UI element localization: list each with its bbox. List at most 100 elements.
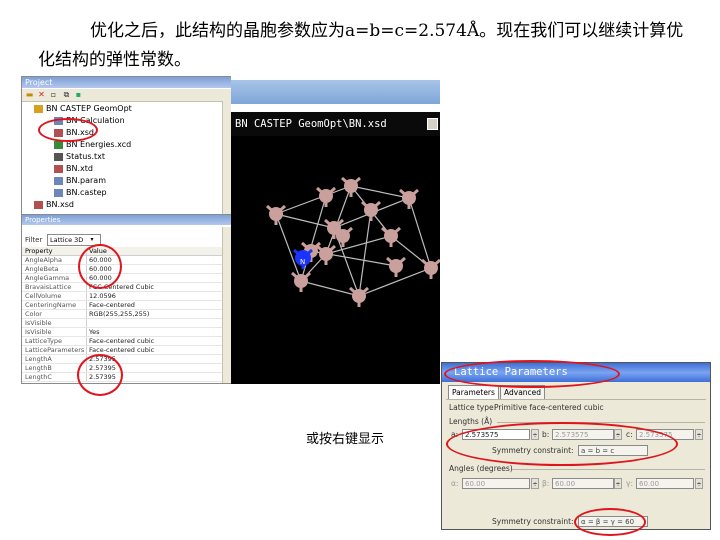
filter-label: Filter: [25, 236, 43, 244]
property-name: AngleAlpha: [25, 256, 62, 264]
alpha-field[interactable]: 60.00: [462, 478, 530, 489]
viewer-title: BN CASTEP GeomOpt\BN.xsd: [231, 112, 440, 136]
minimize-button[interactable]: [427, 118, 438, 130]
property-row[interactable]: LatticeType Face-centered cubic: [22, 337, 222, 346]
properties-panel: Properties Filter Lattice 3D ▾ Property …: [21, 214, 233, 384]
beta-field[interactable]: 60.00: [552, 478, 614, 489]
boron-atom[interactable]: [402, 191, 416, 205]
property-name: Color: [25, 310, 42, 318]
property-row[interactable]: BravaisLattice FCC Centered Cubic: [22, 283, 222, 292]
tree-item[interactable]: BN.castep: [54, 187, 107, 198]
property-row[interactable]: AngleGamma 60.000: [22, 274, 222, 283]
property-name: CenteringName: [25, 301, 77, 309]
property-row[interactable]: IsVisible Yes: [22, 328, 222, 337]
angles-label: Angles (degrees): [449, 464, 513, 473]
crystal-structure: N: [266, 176, 440, 307]
property-row[interactable]: AngleBeta 60.000: [22, 265, 222, 274]
close-icon[interactable]: ✕: [37, 90, 46, 99]
property-name: LatticeType: [25, 337, 63, 345]
boron-atom[interactable]: [424, 261, 438, 275]
file-icon: [54, 176, 63, 185]
tree-item[interactable]: Status.txt: [54, 151, 105, 162]
property-name: AngleBeta: [25, 265, 59, 273]
properties-title-bar: Properties: [22, 215, 232, 225]
angle-constraint-label: Symmetry constraint:: [492, 517, 574, 526]
project-toolbar: ▬ ✕ ▫ ⧉ ▪: [22, 89, 232, 102]
property-name: IsVisible: [25, 319, 52, 327]
property-name: LengthB: [25, 364, 52, 372]
property-row[interactable]: IsVisible: [22, 319, 222, 328]
highlight-angle-values: [78, 244, 122, 289]
project-title-bar: Project: [22, 77, 232, 88]
property-value: Face-centered cubic: [89, 346, 155, 354]
boron-atom[interactable]: [336, 229, 350, 243]
alpha-label: α:: [451, 479, 459, 488]
tree-item[interactable]: BN CASTEP GeomOpt: [34, 103, 132, 114]
boron-atom[interactable]: [364, 203, 378, 217]
structure-icon: [54, 164, 63, 173]
length-c-spinner[interactable]: ÷: [695, 429, 703, 440]
filter-value: Lattice 3D: [50, 236, 84, 244]
folder-icon: [34, 104, 43, 113]
new-icon[interactable]: ▫: [49, 90, 58, 99]
property-name: LengthC: [25, 373, 52, 381]
tree-item-label: BN.param: [66, 176, 106, 185]
highlight-lengths: [446, 422, 678, 466]
highlight-bn-xsd: [38, 118, 98, 142]
caption-text: 优化之后，此结构的晶胞参数应为a=b=c=2.574Å。现在我们可以继续计算优化…: [38, 21, 684, 70]
boron-atom[interactable]: [352, 289, 366, 303]
lattice-type-label: Lattice type:: [449, 403, 497, 412]
tree-item-label: BN.castep: [66, 188, 107, 197]
property-row[interactable]: Color RGB(255,255,255): [22, 310, 222, 319]
property-name: LengthA: [25, 355, 52, 363]
property-value: Face-centered cubic: [89, 337, 155, 345]
alpha-spinner[interactable]: ÷: [531, 478, 539, 489]
property-row[interactable]: CellVolume 12.0596: [22, 292, 222, 301]
property-value: Yes: [89, 328, 100, 336]
property-name: CellVolume: [25, 292, 62, 300]
tree-item-label: BN CASTEP GeomOpt: [46, 104, 132, 113]
gamma-label: γ:: [626, 479, 633, 488]
column-property: Property: [25, 247, 53, 255]
tree-item-label: BN.xtd: [66, 164, 93, 173]
tree-item[interactable]: BN.xtd: [54, 163, 93, 174]
boron-atom[interactable]: [294, 274, 308, 288]
properties-header: Property Value: [22, 247, 222, 256]
boron-atom[interactable]: [269, 207, 283, 221]
boron-atom[interactable]: [344, 179, 358, 193]
property-value: Face-centered: [89, 301, 135, 309]
boron-atom[interactable]: [384, 229, 398, 243]
lengths-label: Lengths (Å): [449, 417, 493, 426]
atom-label: N: [300, 258, 305, 266]
tree-item[interactable]: BN.xsd: [34, 199, 74, 210]
gamma-field[interactable]: 60.00: [636, 478, 694, 489]
property-value: 12.0596: [89, 292, 116, 300]
folder-icon[interactable]: ▬: [25, 90, 34, 99]
project-panel: Project ▬ ✕ ▫ ⧉ ▪ BN CASTEP GeomOpt BN Ca…: [21, 76, 233, 218]
gamma-spinner[interactable]: ÷: [695, 478, 703, 489]
tab-parameters[interactable]: Parameters: [448, 385, 499, 399]
structure-viewer[interactable]: BN CASTEP GeomOpt\BN.xsd N: [231, 112, 440, 384]
copy-icon[interactable]: ⧉: [62, 90, 71, 99]
highlight-angle-constraint: [574, 508, 646, 536]
text-icon: [54, 152, 63, 161]
tree-item[interactable]: BN.param: [54, 175, 106, 186]
boron-atom[interactable]: [389, 259, 403, 273]
viewer-frame: [231, 76, 440, 112]
property-row[interactable]: AngleAlpha 60.000: [22, 256, 222, 265]
tree-item-label: Status.txt: [66, 152, 106, 161]
save-icon[interactable]: ▪: [74, 90, 83, 99]
tree-item-label: BN.xsd: [46, 200, 74, 209]
property-row[interactable]: CenteringName Face-centered: [22, 301, 222, 310]
property-row[interactable]: LatticeParameters Face-centered cubic: [22, 346, 222, 355]
property-value: RGB(255,255,255): [89, 310, 150, 318]
property-name: AngleGamma: [25, 274, 70, 282]
lattice-type-value: Primitive face-centered cubic: [494, 403, 604, 412]
highlight-dialog-title: [444, 360, 620, 388]
boron-atom[interactable]: [319, 247, 333, 261]
beta-spinner[interactable]: ÷: [614, 478, 622, 489]
property-name: LatticeParameters: [25, 346, 85, 354]
boron-atom[interactable]: [319, 189, 333, 203]
beta-label: β:: [542, 479, 550, 488]
property-row[interactable]: LengthA 2.57395: [22, 355, 222, 364]
